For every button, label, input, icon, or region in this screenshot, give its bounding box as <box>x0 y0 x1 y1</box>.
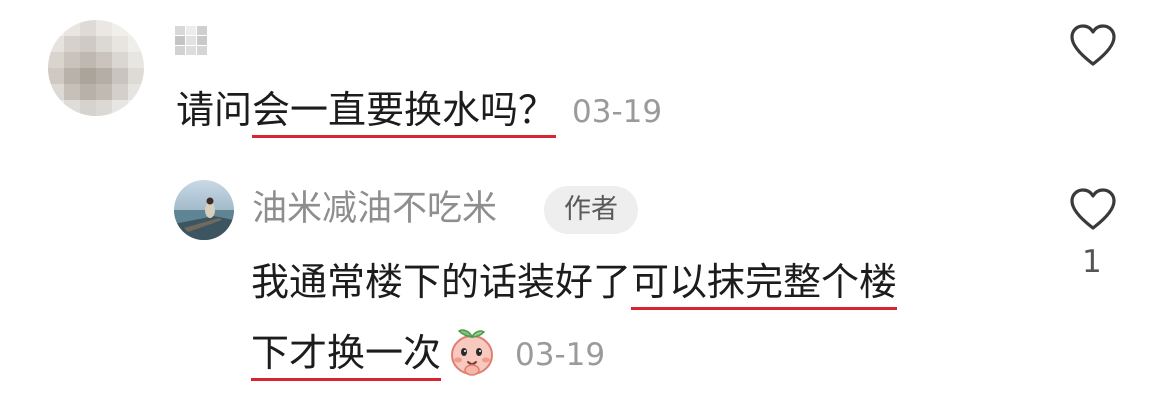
reply-text-line-2: 下才换一次 03-19 <box>251 326 606 381</box>
author-avatar[interactable] <box>174 180 234 240</box>
comment-text: 请问会一直要换水吗？ 03-19 <box>176 86 663 138</box>
pixelated-avatar-image <box>48 20 144 116</box>
heart-outline-icon <box>1070 24 1116 66</box>
reply-like-button[interactable] <box>1068 186 1118 232</box>
like-button[interactable] <box>1068 22 1118 68</box>
author-username[interactable]: 油米减油不吃米 <box>252 186 497 232</box>
comment-text-underlined: 会一直要换水吗？ <box>252 88 557 138</box>
peach-face-emoji-icon <box>445 326 499 378</box>
comment-date: 03-19 <box>572 94 663 130</box>
blurred-username <box>175 26 207 55</box>
reply-text-underlined-1: 可以抹完整个楼 <box>631 260 898 310</box>
reply-text-underlined-2: 下才换一次 <box>251 331 442 381</box>
reply-text-plain: 我通常楼下的话装好了 <box>251 260 632 304</box>
author-badge: 作者 <box>544 186 638 234</box>
reply-date: 03-19 <box>515 337 606 373</box>
heart-outline-icon <box>1070 188 1116 230</box>
comment-text-plain: 请问 <box>176 88 253 132</box>
seaside-photo-avatar <box>174 180 234 240</box>
reply-like-count: 1 <box>1082 244 1102 280</box>
commenter-avatar[interactable] <box>48 20 144 116</box>
reply-text-line-1: 我通常楼下的话装好了可以抹完整个楼 <box>251 258 898 310</box>
